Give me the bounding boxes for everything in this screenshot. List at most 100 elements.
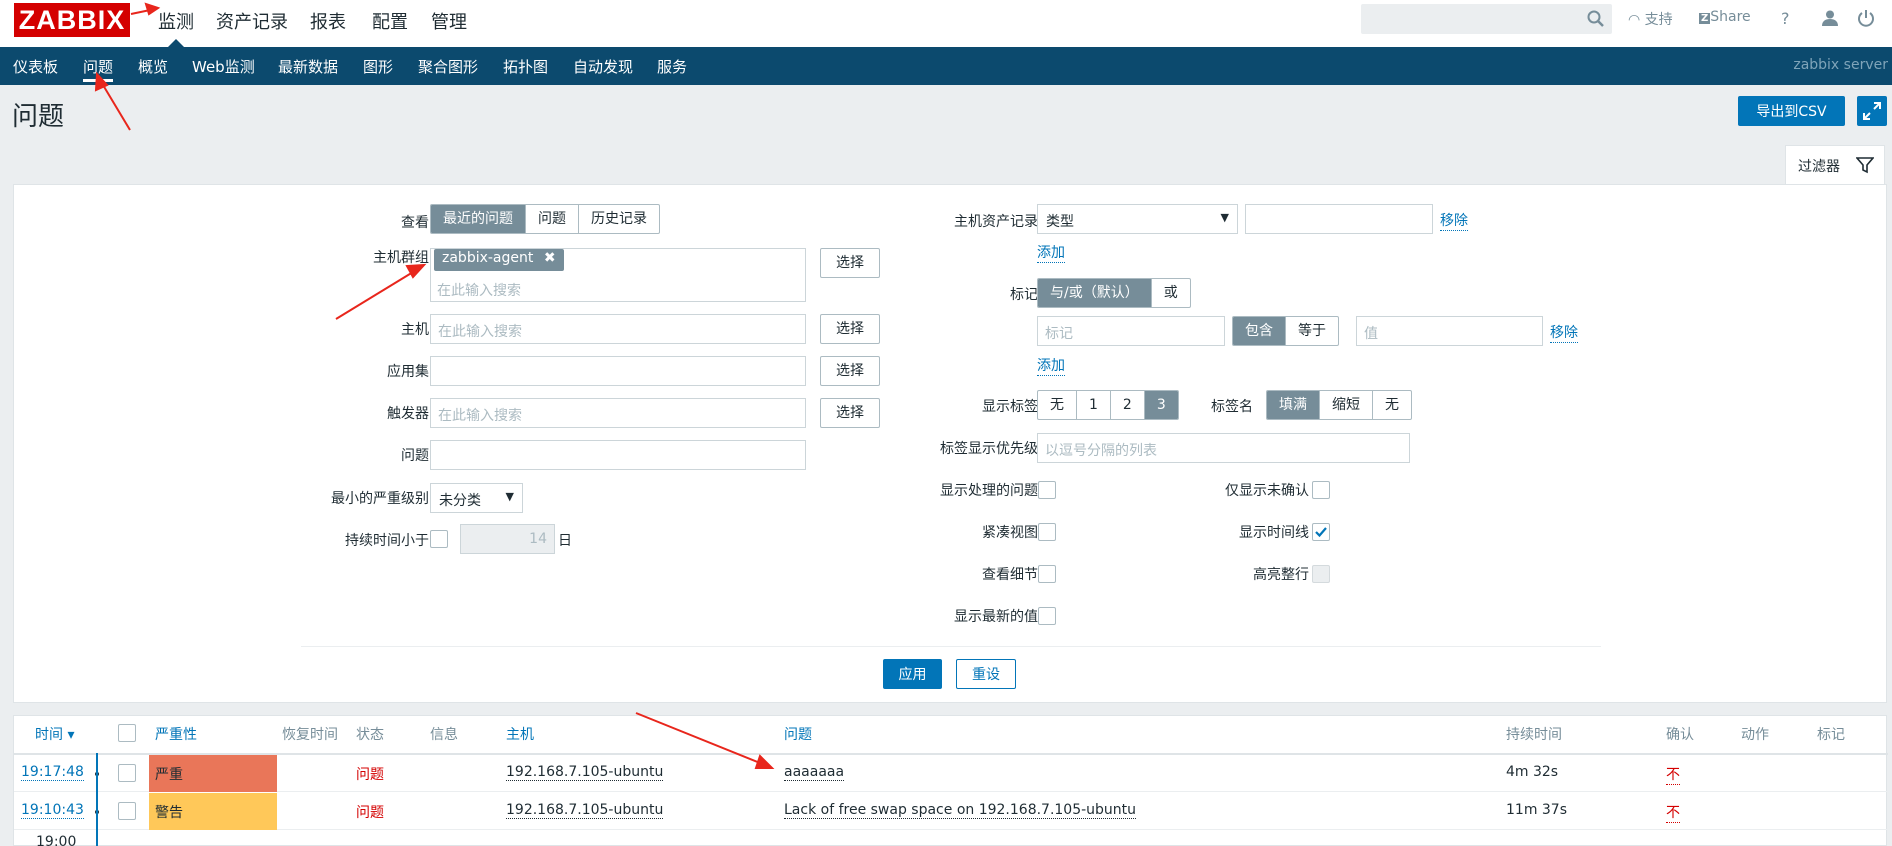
show-tags-1[interactable]: 1: [1076, 391, 1110, 419]
duration-label: 持续时间小于: [345, 533, 429, 549]
trigger-input[interactable]: 在此输入搜索: [430, 398, 806, 428]
th-problem[interactable]: 问题: [784, 724, 812, 744]
nav-configuration[interactable]: 配置: [372, 8, 408, 34]
host-select-button[interactable]: 选择: [820, 314, 880, 344]
tag-name-input[interactable]: 标记: [1037, 316, 1225, 346]
ack-link[interactable]: 不: [1666, 802, 1680, 823]
host-input[interactable]: 在此输入搜索: [430, 314, 806, 344]
application-select-button[interactable]: 选择: [820, 356, 880, 386]
show-tags-none[interactable]: 无: [1038, 391, 1076, 419]
hostgroup-search-placeholder: 在此输入搜索: [437, 283, 521, 299]
subnav-latest-data[interactable]: 最新数据: [278, 56, 338, 77]
inventory-value-input[interactable]: [1245, 204, 1433, 234]
view-problems[interactable]: 问题: [525, 205, 578, 233]
compact-view-checkbox[interactable]: [1038, 523, 1056, 541]
application-input[interactable]: [430, 356, 806, 386]
fullscreen-button[interactable]: [1857, 96, 1887, 126]
remove-tag-icon[interactable]: ✖: [544, 250, 556, 266]
latest-values-label: 显示最新的值: [954, 609, 1038, 625]
subnav-dashboard[interactable]: 仪表板: [13, 56, 58, 77]
tags-or[interactable]: 或: [1150, 279, 1190, 307]
search-icon[interactable]: [1586, 9, 1606, 29]
reset-button[interactable]: 重设: [956, 659, 1016, 689]
filter-tab[interactable]: 过滤器: [1785, 145, 1885, 185]
row-checkbox[interactable]: [118, 764, 136, 782]
checkmark-icon: [1315, 527, 1327, 538]
th-host[interactable]: 主机: [506, 724, 534, 744]
th-time[interactable]: 时间 ▾: [35, 724, 74, 744]
row-checkbox[interactable]: [118, 802, 136, 820]
help-icon[interactable]: ?: [1781, 9, 1790, 28]
problem-link[interactable]: Lack of free swap space on 192.168.7.105…: [784, 802, 1137, 819]
tag-name-full[interactable]: 填满: [1267, 391, 1319, 419]
tag-add-link[interactable]: 添加: [1037, 355, 1065, 376]
highlight-row-label: 高亮整行: [1253, 567, 1309, 583]
inventory-add-link[interactable]: 添加: [1037, 242, 1065, 263]
subnav-services[interactable]: 服务: [657, 56, 687, 77]
inventory-remove-link[interactable]: 移除: [1440, 210, 1468, 231]
active-nav-indicator: [168, 39, 184, 47]
zabbix-logo[interactable]: ZABBIX: [14, 3, 130, 37]
subnav-overview[interactable]: 概览: [138, 56, 168, 77]
problem-input[interactable]: [430, 440, 806, 470]
nav-monitoring[interactable]: 监测: [158, 8, 194, 34]
tag-value-input[interactable]: 值: [1356, 316, 1543, 346]
min-severity-select[interactable]: 未分类 ▼: [430, 483, 523, 513]
hostgroup-select-button[interactable]: 选择: [820, 248, 880, 278]
show-tags-3[interactable]: 3: [1143, 391, 1178, 419]
latest-values-checkbox[interactable]: [1038, 607, 1056, 625]
subnav-problems[interactable]: 问题: [83, 56, 114, 82]
view-recent-problems[interactable]: 最近的问题: [431, 205, 525, 233]
global-search-input[interactable]: [1361, 4, 1612, 34]
dropdown-arrow-icon: ▼: [1220, 211, 1229, 224]
tag-priority-input[interactable]: 以逗号分隔的列表: [1037, 433, 1410, 463]
view-history[interactable]: 历史记录: [578, 205, 659, 233]
host-link[interactable]: 192.168.7.105-ubuntu: [506, 802, 664, 819]
host-label: 主机: [401, 322, 429, 338]
tag-op-contains[interactable]: 包含: [1233, 317, 1285, 345]
tags-evaltype-toggle: 与/或（默认） 或: [1037, 278, 1191, 308]
subnav-maps[interactable]: 拓扑图: [503, 56, 548, 77]
tags-and-or[interactable]: 与/或（默认）: [1038, 279, 1151, 307]
support-link[interactable]: ◠ 支持: [1628, 9, 1673, 29]
nav-inventory[interactable]: 资产记录: [216, 8, 288, 34]
subnav-screens[interactable]: 聚合图形: [418, 56, 478, 77]
duration-checkbox[interactable]: [430, 530, 448, 548]
th-status: 状态: [356, 727, 384, 743]
subnav-graphs[interactable]: 图形: [363, 56, 393, 77]
logout-icon[interactable]: [1857, 9, 1875, 27]
tag-name-none[interactable]: 无: [1372, 391, 1411, 419]
show-suppressed-checkbox[interactable]: [1038, 481, 1056, 499]
headset-icon: ◠: [1628, 12, 1641, 28]
trigger-select-button[interactable]: 选择: [820, 398, 880, 428]
hostgroup-label: 主机群组: [373, 250, 429, 266]
event-time-link[interactable]: 19:10:43: [21, 802, 84, 819]
tags-label: 标记: [1010, 287, 1038, 303]
ack-link[interactable]: 不: [1666, 764, 1680, 785]
share-link[interactable]: Z Share: [1699, 9, 1751, 25]
tag-remove-link[interactable]: 移除: [1550, 322, 1578, 343]
event-time-link[interactable]: 19:17:48: [21, 764, 84, 781]
user-profile-icon[interactable]: [1821, 9, 1839, 27]
host-link[interactable]: 192.168.7.105-ubuntu: [506, 764, 664, 781]
unack-only-label: 仅显示未确认: [1225, 483, 1309, 499]
unack-only-checkbox[interactable]: [1312, 481, 1330, 499]
application-label: 应用集: [387, 364, 429, 380]
tag-op-equals[interactable]: 等于: [1285, 317, 1338, 345]
th-severity[interactable]: 严重性: [155, 724, 197, 744]
tag-name-short[interactable]: 缩短: [1319, 391, 1372, 419]
subnav-discovery[interactable]: 自动发现: [573, 56, 633, 77]
nav-administration[interactable]: 管理: [431, 8, 467, 34]
subnav-web[interactable]: Web监测: [192, 56, 255, 77]
export-csv-button[interactable]: 导出到CSV: [1738, 96, 1845, 126]
select-all-checkbox[interactable]: [118, 724, 136, 742]
top-bar: ZABBIX 监测 资产记录 报表 配置 管理 ◠ 支持 Z Share ?: [0, 0, 1892, 47]
show-tags-2[interactable]: 2: [1109, 391, 1144, 419]
details-checkbox[interactable]: [1038, 565, 1056, 583]
problem-link[interactable]: aaaaaaa: [784, 764, 845, 781]
duration-days-input[interactable]: 14: [460, 524, 555, 554]
show-timeline-checkbox[interactable]: [1312, 523, 1330, 541]
apply-button[interactable]: 应用: [883, 659, 942, 689]
nav-reports[interactable]: 报表: [310, 8, 346, 34]
inventory-field-select[interactable]: 类型 ▼: [1037, 204, 1238, 234]
